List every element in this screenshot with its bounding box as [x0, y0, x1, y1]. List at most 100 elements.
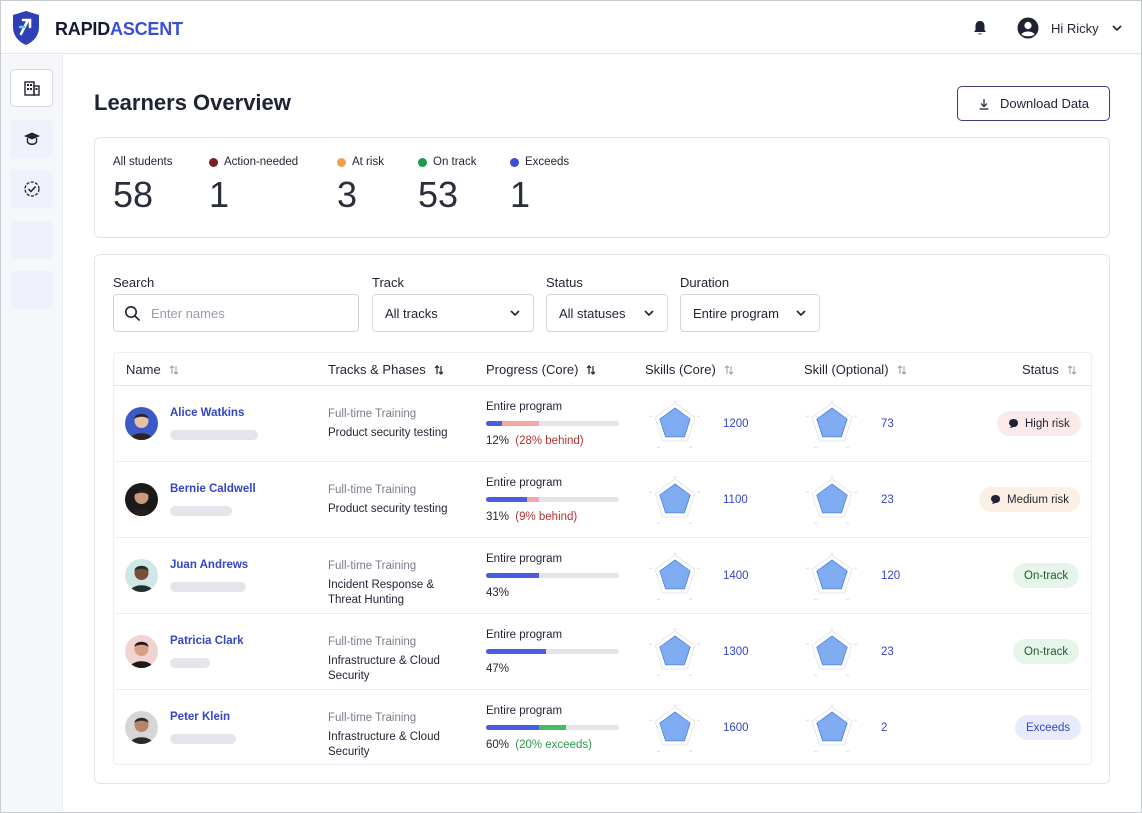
skill-optional-radar-chart: ••• ••• ••• ••• •••	[806, 475, 857, 525]
table-row[interactable]: Bernie Caldwell Full-time Training Produ…	[114, 462, 1091, 538]
progress-bar-delta	[527, 497, 539, 502]
column-header-skills-core[interactable]: Skills (Core)	[645, 362, 734, 377]
search-input[interactable]	[151, 305, 331, 321]
chevron-down-icon[interactable]	[1111, 22, 1123, 34]
column-header-progress[interactable]: Progress (Core)	[486, 362, 596, 377]
svg-text:•••: •••	[806, 414, 809, 418]
sidebar	[1, 55, 63, 812]
page-title: Learners Overview	[94, 90, 291, 115]
skill-optional-value[interactable]: 2	[881, 722, 887, 734]
bell-icon[interactable]	[971, 19, 989, 37]
progress-text: 60% (20% exceeds)	[486, 739, 592, 751]
name-placeholder-bar	[170, 658, 210, 668]
sidebar-item-placeholder-2[interactable]	[10, 271, 53, 309]
person-avatar-icon	[125, 483, 158, 516]
svg-text:•••: •••	[814, 673, 817, 677]
stat-value: 58	[113, 174, 154, 215]
skill-optional-value[interactable]: 23	[881, 494, 894, 506]
progress-bar-fill	[486, 497, 527, 502]
learner-name-link[interactable]: Juan Andrews	[170, 559, 248, 571]
progress-percent: 47%	[486, 663, 510, 675]
status-badge: On-track	[1013, 563, 1080, 588]
svg-text:•••: •••	[854, 642, 857, 646]
svg-text:•••: •••	[649, 414, 652, 418]
skills-core-value[interactable]: 1400	[723, 570, 749, 582]
search-label: Search	[113, 275, 155, 290]
search-box[interactable]	[113, 294, 359, 332]
status-select[interactable]: All statuses	[546, 294, 668, 332]
progress-note: (9% behind)	[515, 511, 578, 523]
learner-name-link[interactable]: Alice Watkins	[170, 407, 244, 419]
table-row[interactable]: Juan Andrews Full-time Training Incident…	[114, 538, 1091, 614]
stat-label: Exceeds	[525, 156, 570, 168]
skill-optional-value[interactable]: 120	[881, 570, 900, 582]
progress-bar-fill	[486, 421, 502, 426]
svg-text:•••: •••	[806, 490, 809, 494]
skills-core-value[interactable]: 1200	[723, 418, 749, 430]
table-row[interactable]: Peter Klein Full-time Training Infrastru…	[114, 690, 1091, 766]
svg-text:•••: •••	[846, 673, 849, 677]
column-header-skill-optional[interactable]: Skill (Optional)	[804, 362, 907, 377]
svg-text:•••: •••	[697, 490, 700, 494]
user-avatar-icon[interactable]	[1017, 17, 1039, 39]
download-data-button[interactable]: Download Data	[957, 86, 1110, 121]
duration-select-value: Entire program	[693, 305, 779, 321]
svg-text:•••: •••	[673, 399, 676, 403]
skill-optional-value[interactable]: 23	[881, 646, 894, 658]
avatar	[125, 407, 158, 440]
column-header-name[interactable]: Name	[126, 362, 179, 377]
brand-name: RAPIDASCENT	[55, 19, 183, 40]
user-greeting[interactable]: Hi Ricky	[1051, 21, 1099, 36]
skills-core-radar-chart: ••• ••• ••• ••• •••	[649, 475, 700, 525]
duration-select[interactable]: Entire program	[680, 294, 820, 332]
column-header-label: Skill (Optional)	[804, 362, 889, 377]
person-avatar-icon	[125, 635, 158, 668]
sidebar-item-learners[interactable]	[10, 120, 53, 158]
learner-name-link[interactable]: Peter Klein	[170, 711, 230, 723]
learner-name-link[interactable]: Patricia Clark	[170, 635, 244, 647]
svg-text:•••: •••	[846, 749, 849, 753]
status-badge-label: High risk	[1025, 417, 1070, 430]
learners-table-card: Search Track All tracks Status All statu…	[94, 254, 1110, 784]
track-select[interactable]: All tracks	[372, 294, 534, 332]
column-header-tracks[interactable]: Tracks & Phases	[328, 362, 444, 377]
avatar	[125, 635, 158, 668]
table-row[interactable]: Patricia Clark Full-time Training Infras…	[114, 614, 1091, 690]
column-header-status[interactable]: Status	[1022, 362, 1077, 377]
progress-bar-fill	[486, 725, 539, 730]
stat-label-row: Action-needed	[209, 156, 298, 168]
status-badge: High risk	[997, 411, 1081, 436]
skills-core-value[interactable]: 1600	[723, 722, 749, 734]
sort-icon	[724, 364, 734, 375]
stat-at-risk: At risk 3	[337, 156, 384, 216]
progress-percent: 12%	[486, 435, 510, 447]
name-placeholder-bar	[170, 430, 258, 440]
progress-bar	[486, 573, 619, 578]
skills-core-value[interactable]: 1300	[723, 646, 749, 658]
skill-optional-value[interactable]: 73	[881, 418, 894, 430]
svg-text:•••: •••	[806, 718, 809, 722]
progress-title: Entire program	[486, 705, 563, 717]
svg-text:•••: •••	[814, 445, 817, 449]
stat-label: Action-needed	[224, 156, 299, 168]
svg-text:•••: •••	[806, 642, 809, 646]
svg-text:•••: •••	[697, 718, 700, 722]
svg-text:•••: •••	[697, 566, 700, 570]
svg-text:•••: •••	[657, 445, 660, 449]
svg-text:•••: •••	[830, 475, 833, 479]
chat-bubble-icon	[991, 495, 1000, 504]
avatar	[125, 711, 158, 744]
sidebar-item-organization[interactable]	[10, 69, 53, 107]
progress-title: Entire program	[486, 401, 563, 413]
skills-core-value[interactable]: 1100	[723, 494, 748, 506]
status-badge-label: On-track	[1024, 569, 1069, 582]
track-select-value: All tracks	[385, 305, 438, 321]
sidebar-item-placeholder-1[interactable]	[10, 221, 53, 259]
name-placeholder-bar	[170, 582, 246, 592]
learner-name-link[interactable]: Bernie Caldwell	[170, 483, 256, 495]
brand-part-1: RAPID	[55, 19, 111, 39]
sidebar-item-progress[interactable]	[10, 170, 53, 208]
progress-title: Entire program	[486, 553, 563, 565]
progress-title: Entire program	[486, 477, 563, 489]
table-row[interactable]: Alice Watkins Full-time Training Product…	[114, 386, 1091, 462]
